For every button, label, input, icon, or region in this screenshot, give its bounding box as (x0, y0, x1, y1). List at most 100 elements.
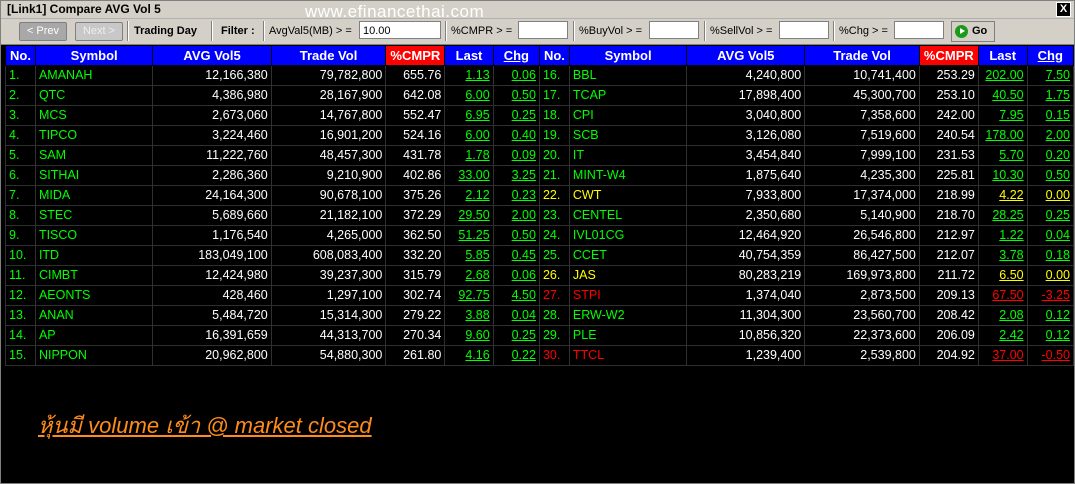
table-row[interactable]: 13. ANAN 5,484,720 15,314,300 279.22 3.88 0.04… (5, 305, 1075, 326)
last-price-link[interactable]: 10.30 (977, 165, 1028, 186)
last-price-link[interactable]: 92.75 (444, 285, 494, 306)
last-price-link[interactable]: 2.42 (977, 325, 1028, 346)
next-button[interactable]: Next > (75, 22, 123, 41)
change-link[interactable]: 7.50 (1026, 65, 1075, 86)
last-price-link[interactable]: 29.50 (444, 205, 494, 226)
change-link[interactable]: 0.06 (492, 265, 540, 286)
change-link[interactable]: 0.25 (492, 325, 540, 346)
change-link[interactable]: 0.40 (492, 125, 540, 146)
last-price-link[interactable]: 40.50 (977, 85, 1028, 106)
table-row[interactable]: 5. SAM 11,222,760 48,457,300 431.78 1.78 0.09 2… (5, 145, 1075, 166)
table-row[interactable]: 14. AP 16,391,659 44,313,700 270.34 9.60 0.25 2… (5, 325, 1075, 346)
table-row[interactable]: 7. MIDA 24,164,300 90,678,100 375.26 2.12 0.23… (5, 185, 1075, 206)
table-row[interactable]: 15. NIPPON 20,962,800 54,880,300 261.80 4.16 0… (5, 345, 1075, 366)
table-row[interactable]: 11. CIMBT 12,424,980 39,237,300 315.79 2.68 0.… (5, 265, 1075, 286)
change-link[interactable]: 0.00 (1026, 265, 1075, 286)
change-link[interactable]: 0.04 (492, 305, 540, 326)
cmpr-filter-input[interactable] (518, 21, 568, 39)
change-link[interactable]: 0.00 (1026, 185, 1075, 206)
chg-filter-input[interactable] (894, 21, 944, 39)
change-link[interactable]: 1.75 (1026, 85, 1075, 106)
last-price-link[interactable]: 3.88 (444, 305, 494, 326)
last-price-link[interactable]: 6.00 (444, 125, 494, 146)
buyvol-filter-input[interactable] (649, 21, 699, 39)
table-row[interactable]: 1. AMANAH 12,166,380 79,782,800 655.76 1.13 0.… (5, 65, 1075, 86)
change-link[interactable]: 0.50 (1026, 165, 1075, 186)
table-row[interactable]: 3. MCS 2,673,060 14,767,800 552.47 6.95 0.25 18… (5, 105, 1075, 126)
col-header-symbol[interactable]: Symbol (568, 45, 688, 66)
change-link[interactable]: 2.00 (1026, 125, 1075, 146)
prev-button[interactable]: < Prev (19, 22, 67, 41)
table-row[interactable]: 12. AEONTS 428,460 1,297,100 302.74 92.75 4.50… (5, 285, 1075, 306)
col-header-avg-vol5[interactable]: AVG Vol5 (686, 45, 806, 66)
col-header-cmpr[interactable]: %CMPR (385, 45, 446, 66)
change-link[interactable]: -0.50 (1026, 345, 1075, 366)
change-link[interactable]: 0.15 (1026, 105, 1075, 126)
avg-vol5-cell: 5,689,660 (152, 205, 272, 226)
change-link[interactable]: 0.25 (492, 105, 540, 126)
last-price-link[interactable]: 2.68 (444, 265, 494, 286)
change-link[interactable]: 2.00 (492, 205, 540, 226)
last-price-link[interactable]: 9.60 (444, 325, 494, 346)
last-price-link[interactable]: 5.70 (977, 145, 1028, 166)
change-link[interactable]: 0.50 (492, 225, 540, 246)
change-link[interactable]: 0.20 (1026, 145, 1075, 166)
change-link[interactable]: 0.12 (1026, 325, 1075, 346)
table-row[interactable]: 6. SITHAI 2,286,360 9,210,900 402.86 33.00 3.2… (5, 165, 1075, 186)
last-price-link[interactable]: 2.08 (977, 305, 1028, 326)
row-number: 7. (5, 185, 36, 206)
avgvol-filter-input[interactable]: 10.00 (359, 21, 441, 39)
change-link[interactable]: 0.45 (492, 245, 540, 266)
last-price-link[interactable]: 4.16 (444, 345, 494, 366)
last-price-link[interactable]: 37.00 (977, 345, 1028, 366)
last-price-link[interactable]: 6.00 (444, 85, 494, 106)
change-link[interactable]: 0.09 (492, 145, 540, 166)
last-price-link[interactable]: 51.25 (444, 225, 494, 246)
table-row[interactable]: 8. STEC 5,689,660 21,182,100 372.29 29.50 2.00… (5, 205, 1075, 226)
trading-day-label[interactable]: Trading Day (134, 24, 197, 38)
last-price-link[interactable]: 178.00 (977, 125, 1028, 146)
change-link[interactable]: 0.04 (1026, 225, 1075, 246)
last-price-link[interactable]: 202.00 (977, 65, 1028, 86)
change-link[interactable]: 0.25 (1026, 205, 1075, 226)
last-price-link[interactable]: 3.78 (977, 245, 1028, 266)
last-price-link[interactable]: 2.12 (444, 185, 494, 206)
last-price-link[interactable]: 7.95 (977, 105, 1028, 126)
last-price-link[interactable]: 6.95 (444, 105, 494, 126)
last-price-link[interactable]: 5.85 (444, 245, 494, 266)
table-row[interactable]: 9. TISCO 1,176,540 4,265,000 362.50 51.25 0.50… (5, 225, 1075, 246)
change-link[interactable]: 0.23 (492, 185, 540, 206)
col-header-chg[interactable]: Chg (492, 45, 540, 66)
change-link[interactable]: 0.06 (492, 65, 540, 86)
col-header-last[interactable]: Last (444, 45, 494, 66)
change-link[interactable]: -3.25 (1026, 285, 1075, 306)
last-price-link[interactable]: 1.22 (977, 225, 1028, 246)
change-link[interactable]: 0.22 (492, 345, 540, 366)
col-header-chg[interactable]: Chg (1026, 45, 1075, 66)
cmpr-cell: 206.09 (918, 325, 979, 346)
last-price-link[interactable]: 1.13 (444, 65, 494, 86)
table-row[interactable]: 10. ITD 183,049,100 608,083,400 332.20 5.85 0.… (5, 245, 1075, 266)
table-row[interactable]: 4. TIPCO 3,224,460 16,901,200 524.16 6.00 0.40… (5, 125, 1075, 146)
change-link[interactable]: 3.25 (492, 165, 540, 186)
last-price-link[interactable]: 1.78 (444, 145, 494, 166)
change-link[interactable]: 4.50 (492, 285, 540, 306)
col-header-symbol[interactable]: Symbol (34, 45, 154, 66)
last-price-link[interactable]: 67.50 (977, 285, 1028, 306)
table-row[interactable]: 2. QTC 4,386,980 28,167,900 642.08 6.00 0.50 17… (5, 85, 1075, 106)
sellvol-filter-input[interactable] (779, 21, 829, 39)
col-header-trade-vol[interactable]: Trade Vol (270, 45, 387, 66)
col-header-cmpr[interactable]: %CMPR (918, 45, 979, 66)
last-price-link[interactable]: 6.50 (977, 265, 1028, 286)
change-link[interactable]: 0.50 (492, 85, 540, 106)
col-header-last[interactable]: Last (977, 45, 1028, 66)
change-link[interactable]: 0.12 (1026, 305, 1075, 326)
last-price-link[interactable]: 33.00 (444, 165, 494, 186)
go-button[interactable]: Go (951, 21, 995, 42)
change-link[interactable]: 0.18 (1026, 245, 1075, 266)
last-price-link[interactable]: 28.25 (977, 205, 1028, 226)
last-price-link[interactable]: 4.22 (977, 185, 1028, 206)
col-header-trade-vol[interactable]: Trade Vol (804, 45, 920, 66)
col-header-avg-vol5[interactable]: AVG Vol5 (152, 45, 272, 66)
close-icon[interactable]: X (1056, 2, 1071, 17)
